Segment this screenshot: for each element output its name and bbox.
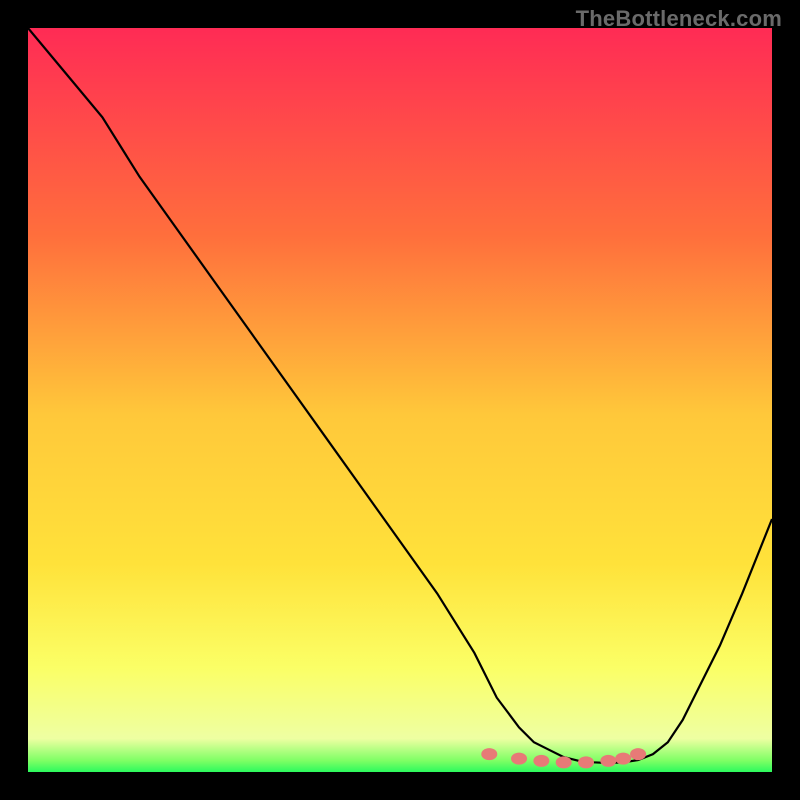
curve-marker (556, 756, 572, 768)
curve-marker (511, 753, 527, 765)
watermark-text: TheBottleneck.com (576, 6, 782, 32)
curve-marker (481, 748, 497, 760)
curve-marker (630, 748, 646, 760)
curve-marker (600, 755, 616, 767)
curve-marker (615, 753, 631, 765)
plot-svg (28, 28, 772, 772)
gradient-background (28, 28, 772, 772)
curve-marker (578, 756, 594, 768)
chart-frame: TheBottleneck.com (0, 0, 800, 800)
plot-area (28, 28, 772, 772)
curve-marker (533, 755, 549, 767)
